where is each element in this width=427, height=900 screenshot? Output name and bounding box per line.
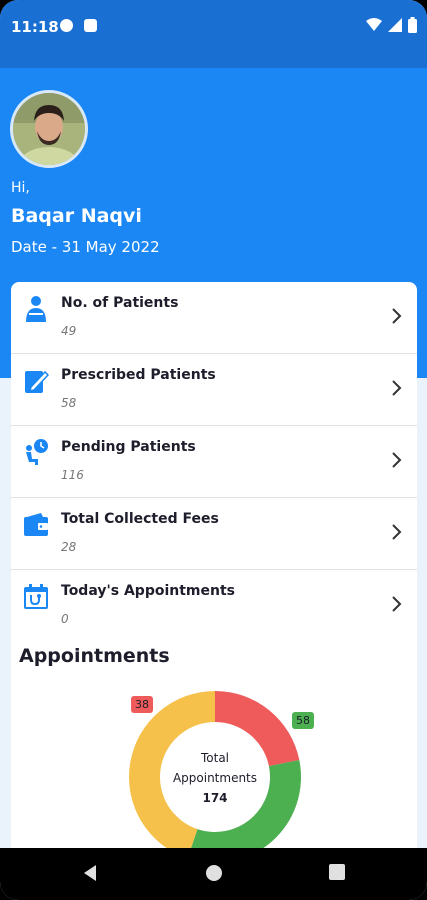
calendar-icon	[24, 584, 48, 609]
greeting: Hi,	[11, 180, 30, 196]
android-nav-bar	[0, 848, 427, 900]
patient-icon	[26, 296, 46, 322]
stat-row-appointments[interactable]: Today's Appointments 0	[11, 570, 417, 642]
stat-row-patients[interactable]: No. of Patients 49	[11, 282, 417, 354]
chevron-right-icon	[392, 452, 402, 468]
segment-label-red: 38	[131, 696, 153, 713]
center-total: 174	[202, 791, 228, 805]
stat-row-fees[interactable]: Total Collected Fees 28	[11, 498, 417, 570]
stat-value: 49	[61, 324, 77, 338]
avatar[interactable]	[10, 90, 88, 168]
center-line-1: Total	[200, 751, 230, 765]
waiting-icon	[26, 439, 48, 465]
stat-value: 58	[61, 396, 77, 410]
stat-title: Prescribed Patients	[61, 367, 216, 383]
stat-value: 0	[61, 612, 69, 626]
stat-value: 116	[61, 468, 84, 482]
app-screen: 11:18 Hi, Baqar Naqvi Date - 31 May 2022	[0, 0, 427, 900]
stat-row-prescribed[interactable]: Prescribed Patients 58	[11, 354, 417, 426]
stat-value: 28	[61, 540, 77, 554]
notification-icon	[60, 19, 73, 32]
current-date: Date - 31 May 2022	[11, 238, 160, 256]
recents-icon[interactable]	[329, 864, 345, 880]
stat-title: Total Collected Fees	[61, 511, 219, 527]
center-line-2: Appointments	[172, 771, 258, 785]
chevron-right-icon	[392, 380, 402, 396]
chevron-right-icon	[392, 308, 402, 324]
appointments-donut-chart: Total Appointments 174	[128, 690, 302, 864]
stat-title: Today's Appointments	[61, 583, 235, 599]
sd-card-icon	[84, 19, 97, 32]
home-icon[interactable]	[205, 864, 223, 882]
segment-label-green: 58	[292, 712, 314, 729]
back-icon[interactable]	[82, 864, 98, 882]
signal-icon	[388, 18, 402, 32]
prescription-icon	[25, 370, 49, 393]
chevron-right-icon	[392, 596, 402, 612]
appointments-heading: Appointments	[19, 645, 170, 667]
status-bar: 11:18	[0, 0, 427, 68]
wifi-icon	[366, 18, 382, 31]
status-time: 11:18	[11, 18, 59, 36]
stat-title: No. of Patients	[61, 295, 179, 311]
user-name: Baqar Naqvi	[11, 205, 142, 227]
wallet-icon	[24, 513, 48, 536]
user-photo	[13, 93, 85, 165]
stat-title: Pending Patients	[61, 439, 196, 455]
system-icons	[366, 17, 417, 33]
chevron-right-icon	[392, 524, 402, 540]
battery-icon	[408, 17, 417, 33]
donut-center-label: Total Appointments 174	[158, 748, 272, 808]
stat-row-pending[interactable]: Pending Patients 116	[11, 426, 417, 498]
